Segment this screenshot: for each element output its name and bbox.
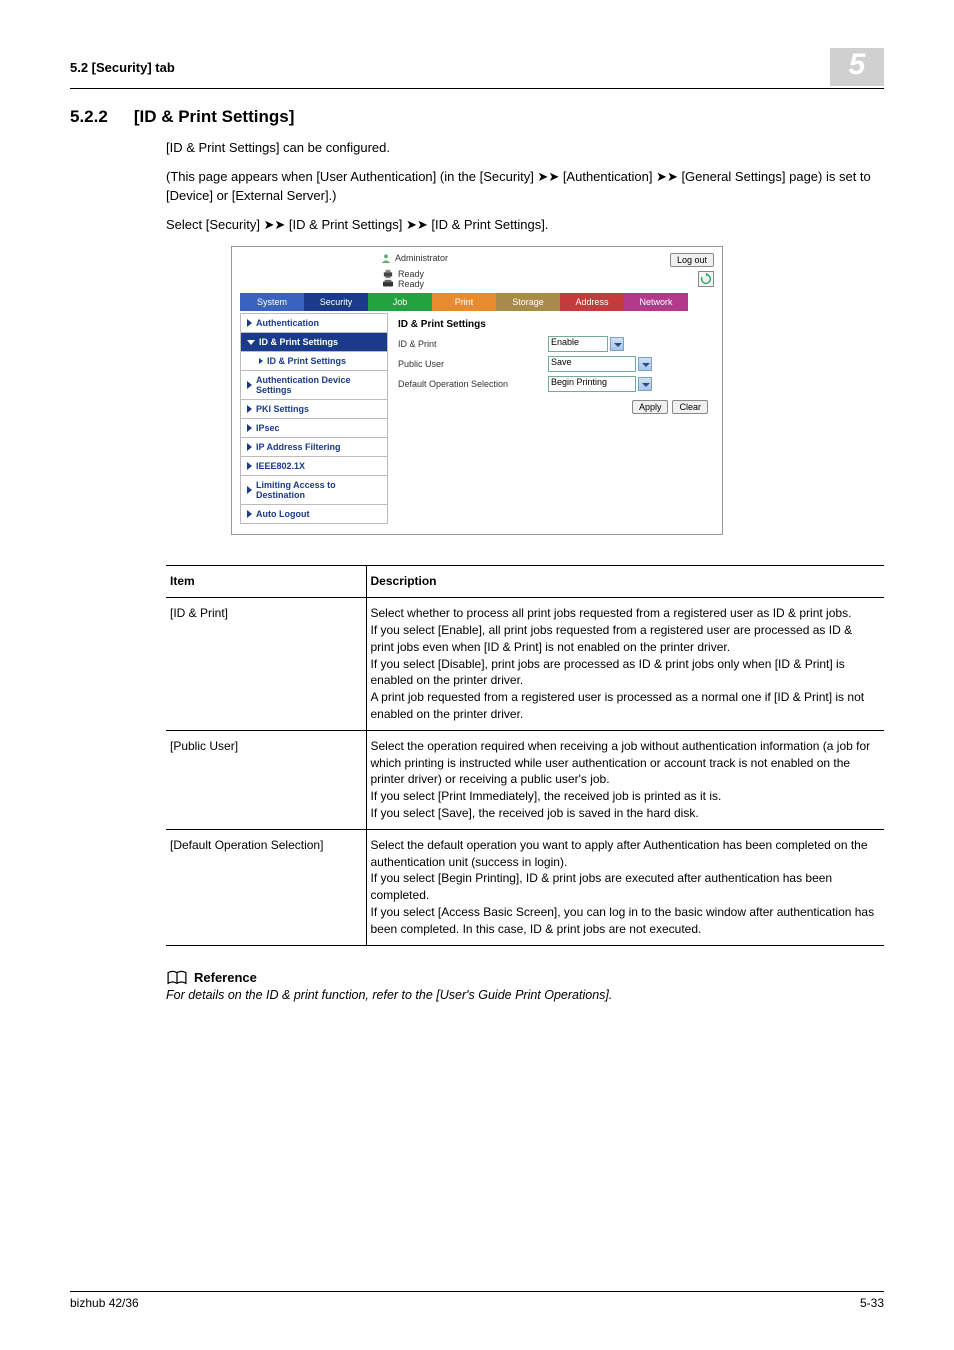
chevron-down-icon[interactable] — [638, 377, 652, 391]
section-number: 5.2.2 — [70, 107, 108, 127]
sidebar-item-ipfilter[interactable]: IP Address Filtering — [240, 438, 388, 457]
app-screenshot: Administrator Log out Ready Ready System… — [231, 246, 723, 535]
scanner-icon — [382, 279, 394, 289]
footer-model: bizhub 42/36 — [70, 1296, 139, 1310]
settings-panel: ID & Print Settings ID & Print Enable Pu… — [388, 313, 714, 524]
table-row: [ID & Print] Select whether to process a… — [166, 598, 884, 731]
chevron-right-icon — [247, 443, 252, 451]
chevron-right-icon — [247, 405, 252, 413]
apply-button[interactable]: Apply — [632, 400, 669, 414]
status-ready: Ready — [398, 279, 424, 289]
logout-button[interactable]: Log out — [670, 253, 714, 267]
sidebar-item-limit[interactable]: Limiting Access to Destination — [240, 476, 388, 505]
sidebar-group-idprint[interactable]: ID & Print Settings — [240, 333, 388, 352]
chevron-right-icon — [247, 462, 252, 470]
tab-address[interactable]: Address — [560, 293, 624, 311]
chevron-right-icon — [259, 358, 263, 364]
tab-job[interactable]: Job — [368, 293, 432, 311]
paragraph: [ID & Print Settings] can be configured. — [166, 139, 884, 158]
chapter-badge: 5 — [830, 48, 884, 86]
chevron-right-icon — [247, 319, 252, 327]
sidebar-item-autologout[interactable]: Auto Logout — [240, 505, 388, 524]
running-header: 5.2 [Security] tab — [70, 60, 830, 75]
printer-icon — [382, 269, 394, 279]
tab-storage[interactable]: Storage — [496, 293, 560, 311]
sidebar-item-auth[interactable]: Authentication — [240, 313, 388, 333]
tab-print[interactable]: Print — [432, 293, 496, 311]
cell-desc: Select the operation required when recei… — [366, 730, 884, 829]
tab-system[interactable]: System — [240, 293, 304, 311]
cell-item: [Default Operation Selection] — [166, 829, 366, 945]
cell-desc: Select the default operation you want to… — [366, 829, 884, 945]
field-label-defaultop: Default Operation Selection — [398, 379, 548, 389]
reference-body: For details on the ID & print function, … — [166, 988, 884, 1002]
field-label-idprint: ID & Print — [398, 339, 548, 349]
reference-heading: Reference — [194, 970, 257, 985]
sidebar-item-ieee[interactable]: IEEE802.1X — [240, 457, 388, 476]
status-ready: Ready — [398, 269, 424, 279]
chevron-down-icon — [247, 340, 255, 345]
select-defaultop[interactable]: Begin Printing — [548, 376, 636, 392]
sidebar: Authentication ID & Print Settings ID & … — [240, 313, 388, 524]
tab-security[interactable]: Security — [304, 293, 368, 311]
col-header-item: Item — [166, 566, 366, 598]
main-tabs: System Security Job Print Storage Addres… — [240, 293, 714, 313]
chevron-down-icon[interactable] — [638, 357, 652, 371]
table-row: [Public User] Select the operation requi… — [166, 730, 884, 829]
clear-button[interactable]: Clear — [672, 400, 708, 414]
chevron-right-icon — [247, 381, 252, 389]
chevron-right-icon — [247, 486, 252, 494]
tab-network[interactable]: Network — [624, 293, 688, 311]
sidebar-item-pki[interactable]: PKI Settings — [240, 400, 388, 419]
select-idprint[interactable]: Enable — [548, 336, 608, 352]
footer-page: 5-33 — [860, 1296, 884, 1310]
cell-item: [Public User] — [166, 730, 366, 829]
select-publicuser[interactable]: Save — [548, 356, 636, 372]
header-rule — [70, 88, 884, 89]
section-title: [ID & Print Settings] — [134, 107, 295, 127]
description-table: Item Description [ID & Print] Select whe… — [166, 565, 884, 945]
paragraph: Select [Security] ➤➤ [ID & Print Setting… — [166, 216, 884, 235]
sidebar-item-idprint[interactable]: ID & Print Settings — [240, 352, 388, 371]
book-icon — [166, 970, 188, 986]
admin-label: Administrator — [380, 253, 448, 263]
sidebar-item-authdev[interactable]: Authentication Device Settings — [240, 371, 388, 400]
paragraph: (This page appears when [User Authentica… — [166, 168, 884, 206]
cell-item: [ID & Print] — [166, 598, 366, 731]
panel-title: ID & Print Settings — [398, 319, 708, 330]
col-header-desc: Description — [366, 566, 884, 598]
user-icon — [380, 253, 392, 263]
cell-desc: Select whether to process all print jobs… — [366, 598, 884, 731]
table-row: [Default Operation Selection] Select the… — [166, 829, 884, 945]
chevron-down-icon[interactable] — [610, 337, 624, 351]
sidebar-item-ipsec[interactable]: IPsec — [240, 419, 388, 438]
refresh-icon[interactable] — [698, 271, 714, 287]
chevron-right-icon — [247, 424, 252, 432]
field-label-publicuser: Public User — [398, 359, 548, 369]
chevron-right-icon — [247, 510, 252, 518]
